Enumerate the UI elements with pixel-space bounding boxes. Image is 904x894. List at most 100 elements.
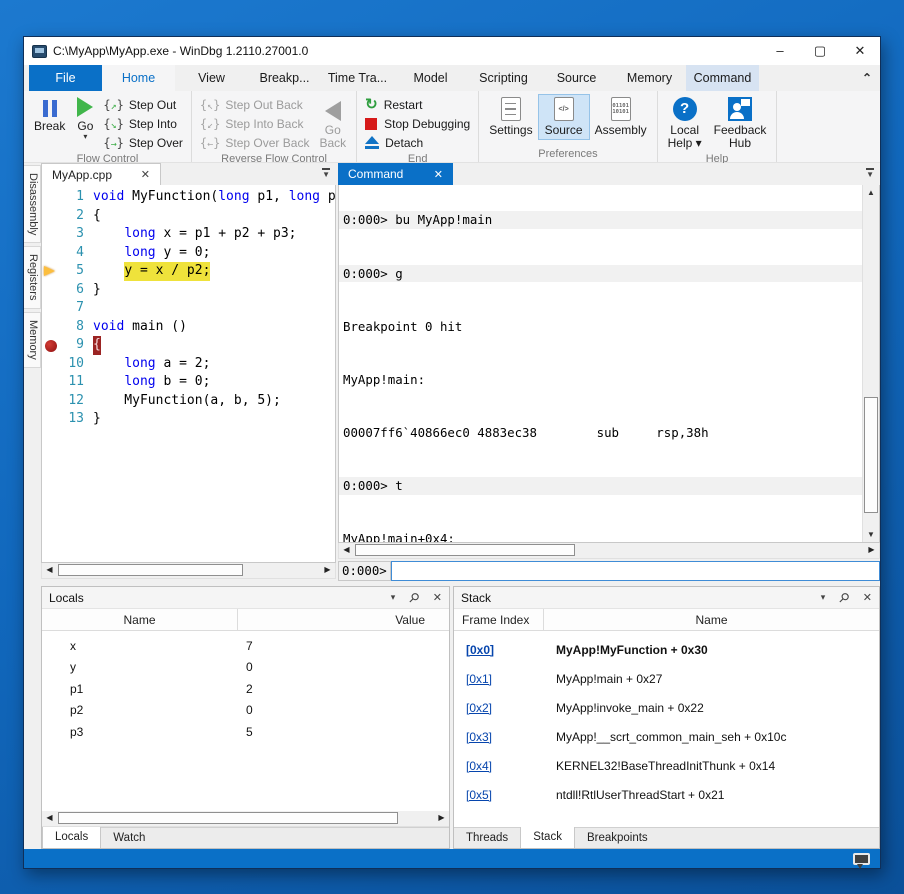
sidebar-tab-memory[interactable]: Memory <box>24 312 41 368</box>
app-icon <box>32 45 47 58</box>
stop-icon <box>365 118 377 130</box>
column-frame-name[interactable]: Name <box>544 613 879 627</box>
locals-horizontal-scrollbar[interactable]: ◀ ▶ <box>42 811 449 827</box>
command-pane-menu-icon[interactable]: ▼ <box>866 168 874 180</box>
scroll-left-icon[interactable]: ◀ <box>42 563 57 577</box>
scroll-up-icon[interactable]: ▲ <box>863 185 879 200</box>
source-file-tab[interactable]: MyApp.cpp ✕ <box>41 163 161 185</box>
close-button[interactable]: ✕ <box>840 37 880 65</box>
scrollbar-thumb[interactable] <box>864 397 878 513</box>
command-input[interactable] <box>391 561 880 581</box>
scroll-right-icon[interactable]: ▶ <box>864 543 879 557</box>
restart-button[interactable]: ↻ Restart <box>361 95 474 114</box>
step-into-back-button[interactable]: {↙} Step Into Back <box>196 114 314 133</box>
locals-row[interactable]: y0 <box>42 657 449 679</box>
step-into-button[interactable]: {↘} Step Into <box>99 114 187 133</box>
scroll-left-icon[interactable]: ◀ <box>42 811 57 825</box>
code-editor[interactable]: 1void MyFunction(long p1, long p 2{ 3 lo… <box>41 185 336 563</box>
assembly-mode-button[interactable]: 0110110101 Assembly <box>589 95 653 139</box>
command-vertical-scrollbar[interactable]: ▲ ▼ <box>862 185 879 542</box>
step-over-back-button[interactable]: {←} Step Over Back <box>196 133 314 152</box>
go-button[interactable]: Go ▾ <box>71 95 99 142</box>
step-out-back-button[interactable]: {↖} Step Out Back <box>196 95 314 114</box>
tab-watch[interactable]: Watch <box>101 828 157 848</box>
tab-breakpoints-bottom[interactable]: Breakpoints <box>575 828 660 848</box>
tab-locals[interactable]: Locals <box>42 827 101 848</box>
step-over-button[interactable]: {→} Step Over <box>99 133 187 152</box>
tab-scripting[interactable]: Scripting <box>467 65 540 91</box>
frame-link[interactable]: [0x4] <box>466 759 492 773</box>
maximize-button[interactable]: ▢ <box>800 37 840 65</box>
scrollbar-thumb[interactable] <box>58 564 243 576</box>
command-output[interactable]: 0:000> bu MyApp!main 0:000> g Breakpoint… <box>339 185 862 542</box>
locals-row[interactable]: p12 <box>42 678 449 700</box>
tab-model[interactable]: Model <box>394 65 467 91</box>
stack-frame-row[interactable]: [0x2]MyApp!invoke_main + 0x22 <box>454 693 879 722</box>
stack-frame-row[interactable]: [0x3]MyApp!__scrt_common_main_seh + 0x10… <box>454 722 879 751</box>
tab-command[interactable]: Command <box>686 65 759 91</box>
column-value[interactable]: Value <box>238 613 449 627</box>
minimize-button[interactable]: – <box>760 37 800 65</box>
scroll-right-icon[interactable]: ▶ <box>434 811 449 825</box>
column-frame-index[interactable]: Frame Index <box>454 609 544 630</box>
tab-memory[interactable]: Memory <box>613 65 686 91</box>
feedback-chat-icon[interactable] <box>853 853 870 865</box>
step-out-button[interactable]: {↗} Step Out <box>99 95 187 114</box>
source-mode-button[interactable]: </> Source <box>539 95 589 139</box>
group-end: ↻ Restart Stop Debugging Detach End <box>357 91 479 162</box>
frame-link[interactable]: [0x5] <box>466 788 492 802</box>
scrollbar-thumb[interactable] <box>58 812 398 824</box>
scroll-left-icon[interactable]: ◀ <box>339 543 354 557</box>
tab-file[interactable]: File <box>29 65 102 91</box>
tab-threads[interactable]: Threads <box>454 828 520 848</box>
settings-button[interactable]: Settings <box>483 95 538 139</box>
locals-row[interactable]: p20 <box>42 700 449 722</box>
close-source-tab-icon[interactable]: ✕ <box>141 168 150 181</box>
tab-view[interactable]: View <box>175 65 248 91</box>
frame-link[interactable]: [0x3] <box>466 730 492 744</box>
stack-frame-row[interactable]: [0x0]MyApp!MyFunction + 0x30 <box>454 635 879 664</box>
ribbon-collapse-icon[interactable]: ⌃ <box>854 65 880 91</box>
break-button[interactable]: Break <box>28 95 71 135</box>
locals-pin-icon[interactable]: ⚲ <box>405 588 423 606</box>
stack-dropdown-icon[interactable]: ▾ <box>821 592 826 603</box>
scroll-right-icon[interactable]: ▶ <box>320 563 335 577</box>
scrollbar-thumb[interactable] <box>355 544 575 556</box>
detach-button[interactable]: Detach <box>361 133 474 152</box>
tab-source[interactable]: Source <box>540 65 613 91</box>
locals-close-icon[interactable]: ✕ <box>433 591 442 604</box>
tab-stack[interactable]: Stack <box>520 827 575 848</box>
locals-row[interactable]: p35 <box>42 721 449 743</box>
source-horizontal-scrollbar[interactable]: ◀ ▶ <box>41 563 336 579</box>
step-into-icon: {↘} <box>103 117 124 131</box>
go-back-button[interactable]: Go Back <box>313 95 352 152</box>
stop-debugging-button[interactable]: Stop Debugging <box>361 114 474 133</box>
group-flow-control: Break Go ▾ {↗} Step Out {↘} <box>24 91 192 162</box>
stack-frame-row[interactable]: [0x5]ntdll!RtlUserThreadStart + 0x21 <box>454 780 879 809</box>
horizontal-splitter[interactable] <box>24 579 880 586</box>
close-command-tab-icon[interactable]: ✕ <box>434 168 443 181</box>
tab-home[interactable]: Home <box>102 65 175 91</box>
locals-dropdown-icon[interactable]: ▾ <box>391 592 396 603</box>
local-help-button[interactable]: ? Local Help ▾ <box>662 95 708 152</box>
frame-link[interactable]: [0x0] <box>466 643 494 657</box>
feedback-hub-button[interactable]: Feedback Hub <box>708 95 773 152</box>
stack-close-icon[interactable]: ✕ <box>863 591 872 604</box>
window-title: C:\MyApp\MyApp.exe - WinDbg 1.2110.27001… <box>53 44 308 58</box>
frame-link[interactable]: [0x1] <box>466 672 492 686</box>
command-horizontal-scrollbar[interactable]: ◀ ▶ <box>338 543 880 559</box>
source-pane-menu-icon[interactable]: ▼ <box>322 168 330 180</box>
breakpoint-icon[interactable] <box>45 340 57 352</box>
stack-frame-row[interactable]: [0x1]MyApp!main + 0x27 <box>454 664 879 693</box>
sidebar-tab-disassembly[interactable]: Disassembly <box>24 165 41 243</box>
stack-pin-icon[interactable]: ⚲ <box>835 588 853 606</box>
tab-time-travel[interactable]: Time Tra... <box>321 65 394 91</box>
tab-breakpoints[interactable]: Breakp... <box>248 65 321 91</box>
sidebar-tab-registers[interactable]: Registers <box>24 246 41 308</box>
stack-frame-row[interactable]: [0x4]KERNEL32!BaseThreadInitThunk + 0x14 <box>454 751 879 780</box>
scroll-down-icon[interactable]: ▼ <box>863 527 879 542</box>
frame-link[interactable]: [0x2] <box>466 701 492 715</box>
locals-row[interactable]: x7 <box>42 635 449 657</box>
column-name[interactable]: Name <box>42 609 238 630</box>
command-tab[interactable]: Command ✕ <box>338 163 453 185</box>
